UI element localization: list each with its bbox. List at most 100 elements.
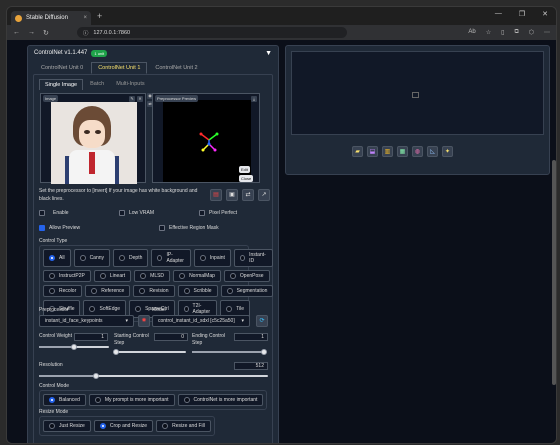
controlnet-panel: ControlNet v1.1.447 1 unit ▼ ControlNet …: [27, 45, 279, 443]
open-folder-icon[interactable]: ▰: [352, 146, 363, 157]
control-mode-controlnet[interactable]: ControlNet is more important: [177, 394, 264, 406]
zip-icon[interactable]: ▥: [382, 146, 393, 157]
resize-mode-just-resize[interactable]: Just Resize: [43, 420, 91, 432]
start-step-input[interactable]: 0: [154, 333, 188, 341]
upload-document-icon[interactable]: ▤: [210, 189, 222, 201]
send-to-extras-icon[interactable]: ◺: [427, 146, 438, 157]
split-screen-icon[interactable]: ▯: [501, 29, 504, 36]
model-value: control_instant_id_sdxl [c5c25a50]: [158, 318, 235, 324]
browser-tab[interactable]: Stable Diffusion ×: [11, 11, 91, 25]
resize-mode-crop-and-resize[interactable]: Crop and Resize: [93, 420, 154, 432]
allow-preview-checkbox[interactable]: Allow Preview: [39, 225, 159, 231]
preprocessor-select[interactable]: instant_id_face_keypoints ▾: [39, 315, 134, 327]
read-aloud-icon[interactable]: Ab: [468, 29, 475, 36]
refresh-icon[interactable]: ↻: [43, 29, 49, 37]
address-bar[interactable]: ⓘ 127.0.0.1:7860: [76, 27, 347, 38]
output-gallery: [291, 51, 544, 135]
swap-icon[interactable]: ⇄: [242, 189, 254, 201]
preview-edit-button[interactable]: Edit: [239, 166, 250, 173]
end-step-label: Ending Control Step: [192, 333, 226, 346]
clear-image-icon[interactable]: ✕: [137, 96, 143, 102]
start-step-slider[interactable]: [113, 349, 186, 355]
forward-icon[interactable]: →: [28, 29, 35, 36]
control-type-ip-adapter[interactable]: IP-Adapter: [151, 249, 191, 267]
send-to-img2img-icon[interactable]: ▦: [397, 146, 408, 157]
tab-unit-2[interactable]: ControlNet Unit 2: [148, 62, 204, 74]
control-type-instant-id[interactable]: Instant-ID: [233, 249, 273, 267]
control-mode-group: Balanced My prompt is more important Con…: [39, 390, 268, 410]
control-type-mlsd[interactable]: MLSD: [134, 270, 171, 282]
control-type-scribble[interactable]: Scribble: [177, 285, 218, 297]
favicon-icon: [15, 14, 22, 22]
control-type-revision[interactable]: Revision: [133, 285, 175, 297]
control-type-lineart[interactable]: Lineart: [93, 270, 132, 282]
menu-icon[interactable]: ⋯: [544, 29, 550, 36]
resize-mode-resize-and-fill[interactable]: Resize and Fill: [156, 420, 211, 432]
control-type-depth[interactable]: Depth: [113, 249, 149, 267]
control-type-normalmap[interactable]: NormalMap: [173, 270, 221, 282]
end-step-input[interactable]: 1: [234, 333, 268, 341]
control-weight-slider[interactable]: [39, 344, 109, 350]
scrollbar[interactable]: [552, 160, 556, 385]
back-icon[interactable]: ←: [13, 29, 20, 36]
send-dimensions-icon[interactable]: ↗: [258, 189, 270, 201]
info-icon[interactable]: ⓘ: [83, 29, 89, 37]
collections-icon[interactable]: ⧉: [514, 29, 518, 36]
edit-image-icon[interactable]: ✎: [129, 96, 135, 102]
resolution-slider[interactable]: [39, 373, 268, 379]
controlnet-header[interactable]: ControlNet v1.1.447 1 unit ▼: [28, 46, 278, 60]
close-tab-icon[interactable]: ×: [83, 15, 87, 21]
url-text: 127.0.0.1:7860: [93, 29, 131, 36]
tab-batch[interactable]: Batch: [85, 79, 109, 90]
download-preview-icon[interactable]: ⤓: [251, 96, 257, 102]
close-window-button[interactable]: ✕: [542, 10, 548, 18]
start-step-label: Starting Control Step: [114, 333, 149, 346]
save-icon[interactable]: ⬓: [367, 146, 378, 157]
tab-unit-0[interactable]: ControlNet Unit 0: [34, 62, 90, 74]
collapse-icon[interactable]: ▼: [265, 50, 272, 57]
new-tab-button[interactable]: +: [97, 11, 102, 21]
pixel-perfect-checkbox[interactable]: Pixel Perfect: [199, 210, 237, 216]
chevron-down-icon: ▾: [125, 318, 128, 324]
extensions-icon[interactable]: ⬡: [529, 29, 534, 36]
tab-title: Stable Diffusion: [26, 15, 68, 21]
image-placeholder-icon: [412, 92, 419, 98]
favorites-icon[interactable]: ☆: [486, 29, 491, 36]
sparkle-icon[interactable]: ✦: [442, 146, 453, 157]
control-mode-label: Control Mode: [39, 383, 70, 389]
preview-canvas: [163, 100, 251, 182]
run-preprocessor-icon[interactable]: ✸: [138, 315, 150, 327]
nav-bar: ← → ↻ ⓘ 127.0.0.1:7860 Ab ☆ ▯ ⧉ ⬡ ⋯: [7, 25, 556, 40]
low-vram-checkbox[interactable]: Low VRAM: [119, 210, 199, 216]
face-keypoints-graphic: [199, 132, 219, 152]
control-type-group: All Canny Depth IP-Adapter Inpaint Insta…: [39, 245, 274, 322]
send-to-inpaint-icon[interactable]: ◍: [412, 146, 423, 157]
control-type-openpose[interactable]: OpenPose: [223, 270, 270, 282]
control-mode-balanced[interactable]: Balanced: [43, 394, 86, 406]
control-type-segmentation[interactable]: Segmentation: [220, 285, 274, 297]
camera-icon[interactable]: ▣: [226, 189, 238, 201]
tab-single-image[interactable]: Single Image: [39, 79, 84, 90]
image-input[interactable]: Image ✎ ✕: [40, 93, 146, 184]
refresh-models-icon[interactable]: ⟳: [256, 315, 268, 327]
resolution-input[interactable]: 512: [234, 362, 268, 370]
enable-checkbox[interactable]: Enable: [39, 210, 119, 216]
control-type-inpaint[interactable]: Inpaint: [193, 249, 231, 267]
control-type-recolor[interactable]: Recolor: [43, 285, 83, 297]
control-weight-input[interactable]: 1: [74, 333, 108, 341]
preview-close-button[interactable]: Close: [239, 175, 254, 182]
control-type-reference[interactable]: Reference: [85, 285, 131, 297]
preprocessor-preview: Preprocessor Preview ⤓ Edit Close: [152, 93, 260, 183]
end-step-slider[interactable]: [192, 349, 267, 355]
tab-unit-1[interactable]: ControlNet Unit 1: [91, 62, 148, 74]
control-mode-prompt[interactable]: My prompt is more important: [88, 394, 175, 406]
control-type-all[interactable]: All: [43, 249, 71, 267]
control-type-canny[interactable]: Canny: [73, 249, 111, 267]
unit-count-badge: 1 unit: [91, 49, 108, 57]
tab-multi-inputs[interactable]: Multi-Inputs: [111, 79, 149, 90]
minimize-button[interactable]: —: [495, 10, 502, 18]
control-type-instructp2p[interactable]: InstructP2P: [43, 270, 91, 282]
model-select[interactable]: control_instant_id_sdxl [c5c25a50] ▾: [152, 315, 250, 327]
maximize-button[interactable]: ❐: [519, 10, 525, 18]
effective-region-mask-checkbox[interactable]: Effective Region Mask: [159, 225, 219, 231]
